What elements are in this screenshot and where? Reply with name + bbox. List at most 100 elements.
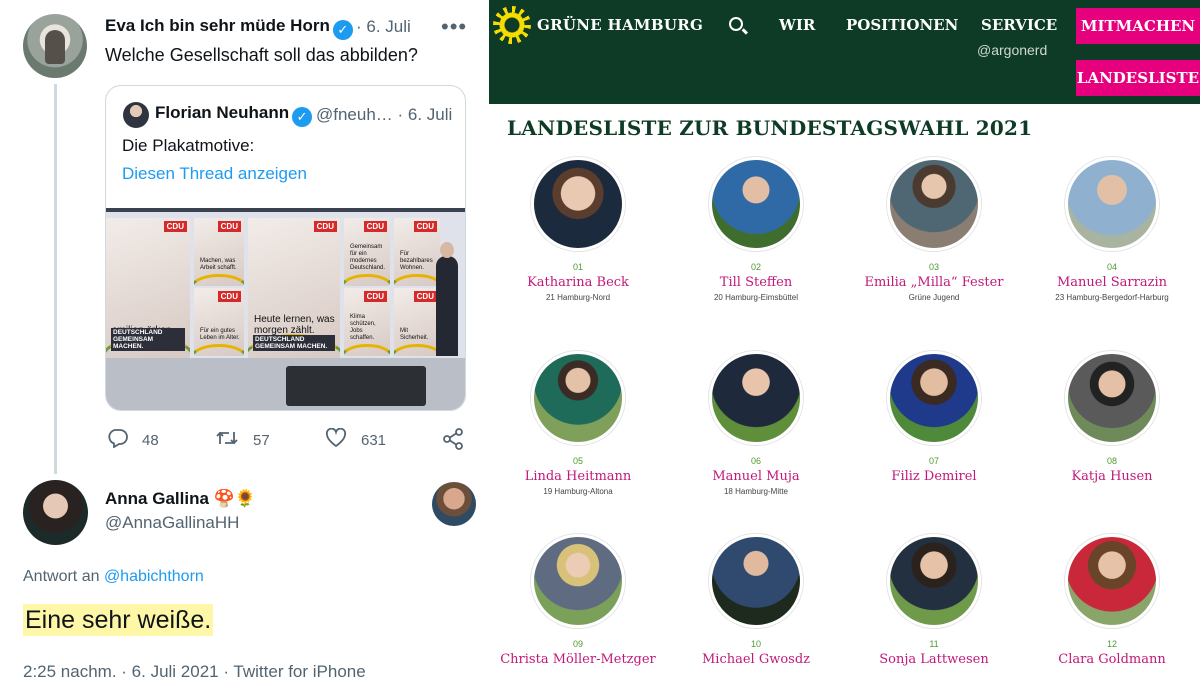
candidate-number: 04 [1106,262,1117,272]
candidate-card[interactable]: 01 Katharina Beck 21 Hamburg-Nord [489,157,667,302]
candidate-photo[interactable] [709,351,803,445]
candidate-photo[interactable] [531,351,625,445]
candidate-photo[interactable] [709,157,803,251]
candidate-photo[interactable] [887,351,981,445]
quote-author-name: Florian Neuhann [155,103,290,122]
quote-author: Florian Neuhann ✓ [155,103,313,127]
heart-icon[interactable] [325,427,347,454]
poster-label: Machen, was Arbeit schafft. [200,258,237,271]
candidate-card[interactable]: 04 Manuel Sarrazin 23 Hamburg-Bergedorf-… [1023,157,1200,302]
verified-icon: ✓ [292,107,313,127]
search-icon[interactable] [729,17,743,31]
speaker-figure [436,242,458,356]
reply-text-highlight: Eine sehr weiße. [23,604,214,636]
tweet-date[interactable]: · 6. Juli [356,17,411,37]
share-action[interactable] [442,428,478,456]
cdu-logo: CDU [413,291,437,302]
candidate-card[interactable]: 03 Emilia „Milla“ Fester Grüne Jugend [845,157,1023,302]
gruene-pane: GRÜNE HAMBURG WIR POSITIONEN SERVICE @ar… [489,0,1200,691]
candidate-card[interactable]: 08 Katja Husen [1023,351,1200,487]
candidate-card[interactable]: 05 Linda Heitmann 19 Hamburg-Altona [489,351,667,496]
candidate-number: 05 [572,456,583,466]
candidate-name[interactable]: Manuel Muja [667,468,845,485]
reply-handle[interactable]: @AnnaGallinaHH [105,513,239,533]
reply-to-prefix: Antwort an [23,568,104,585]
candidate-name[interactable]: Manuel Sarrazin [1023,274,1200,291]
tweet-text: Welche Gesellschaft soll das abbilden? [105,45,418,65]
more-options-icon[interactable]: ••• [441,14,467,40]
cdu-logo: CDU [363,291,387,302]
cdu-logo: CDU [217,221,241,232]
candidate-name[interactable]: Emilia „Milla“ Fester [845,274,1023,291]
candidate-photo[interactable] [531,157,625,251]
tweet-author[interactable]: Eva Ich bin sehr müde Horn ✓ [105,16,353,40]
candidate-number: 06 [750,456,761,466]
poster-ring [394,274,440,286]
nav-item-positionen[interactable]: POSITIONEN [846,16,958,34]
candidate-photo[interactable] [1065,351,1159,445]
candidate-name[interactable]: Filiz Demirel [845,468,1023,485]
candidate-number: 03 [928,262,939,272]
cdu-logo: CDU [163,221,187,232]
brand-name[interactable]: GRÜNE HAMBURG [537,16,703,34]
poster-ring [344,274,390,286]
poster: CDU Für bezahlbares Wohnen. [394,218,440,286]
retweet-count: 57 [253,432,270,449]
like-action[interactable]: 631 [325,427,387,454]
candidate-card[interactable]: 09 Christa Möller-Metzger [489,534,667,670]
candidate-photo[interactable] [709,534,803,628]
candidate-card[interactable]: 11 Sonja Lattwesen [845,534,1023,670]
candidate-name[interactable]: Katharina Beck [489,274,667,291]
nav-item-wir[interactable]: WIR [779,16,815,34]
candidate-photo[interactable] [531,534,625,628]
candidate-name[interactable]: Sonja Lattwesen [845,651,1023,668]
candidate-number: 11 [929,639,939,649]
candidate-photo[interactable] [887,534,981,628]
poster: CDU Mit Sicherheit. [394,288,440,356]
nav-item-service[interactable]: SERVICE [981,16,1057,34]
reply-author[interactable]: Anna Gallina 🍄🌻 [105,489,256,509]
candidate-card[interactable]: 10 Michael Gwosdz [667,534,845,670]
candidate-name[interactable]: Katja Husen [1023,468,1200,485]
candidate-photo[interactable] [1065,534,1159,628]
candidate-card[interactable]: 12 Clara Goldmann [1023,534,1200,670]
candidate-card[interactable]: 06 Manuel Muja 18 Hamburg-Mitte [667,351,845,496]
reply-text: Eine sehr weiße. [23,604,214,636]
like-count: 631 [361,432,387,449]
poster: CDU Machen, was Arbeit schafft. [194,218,244,286]
cdu-logo: CDU [363,221,387,232]
quoted-tweet[interactable]: Florian Neuhann ✓ @fneuh… · 6. Juli Die P… [105,85,466,411]
landesliste-button[interactable]: LANDESLISTE [1076,60,1200,96]
candidate-name[interactable]: Christa Möller-Metzger [489,651,667,668]
candidate-name[interactable]: Clara Goldmann [1023,651,1200,668]
retweet-icon[interactable] [215,428,239,454]
candidate-photo[interactable] [1065,157,1159,251]
candidate-name[interactable]: Linda Heitmann [489,468,667,485]
twitter-pane: Eva Ich bin sehr müde Horn ✓ · 6. Juli ••… [0,0,489,691]
poster-label: Mit Sicherheit. [400,328,429,341]
reply-to-link[interactable]: @habichthorn [104,568,204,585]
avatar[interactable] [23,14,87,78]
candidate-photo[interactable] [887,157,981,251]
reply-icon[interactable] [106,428,128,454]
quote-photo[interactable]: CDU amilien ärken. DEUTSCHLAND GEMEINSAM… [106,208,465,410]
candidate-name[interactable]: Michael Gwosdz [667,651,845,668]
share-icon[interactable] [442,428,464,456]
candidate-number: 02 [750,262,761,272]
candidate-number: 07 [928,456,939,466]
candidate-card[interactable]: 07 Filiz Demirel [845,351,1023,487]
show-thread-link[interactable]: Diesen Thread anzeigen [122,164,307,184]
poster-label: Für ein gutes Leben im Alter. [200,328,240,341]
candidate-district: 20 Hamburg-Eimsbüttel [713,293,799,302]
candidate-card[interactable]: 02 Till Steffen 20 Hamburg-Eimsbüttel [667,157,845,302]
mitmachen-button[interactable]: MITMACHEN [1076,8,1200,44]
sunflower-logo-icon[interactable] [493,6,531,44]
avatar[interactable] [432,482,476,526]
desk [286,366,426,406]
tweet-author-name[interactable]: Eva Ich bin sehr müde Horn [105,16,330,35]
retweet-action[interactable]: 57 [215,428,270,454]
candidate-name[interactable]: Till Steffen [667,274,845,291]
avatar[interactable] [23,480,88,545]
reply-action[interactable]: 48 [106,428,159,454]
candidate-number: 08 [1106,456,1117,466]
